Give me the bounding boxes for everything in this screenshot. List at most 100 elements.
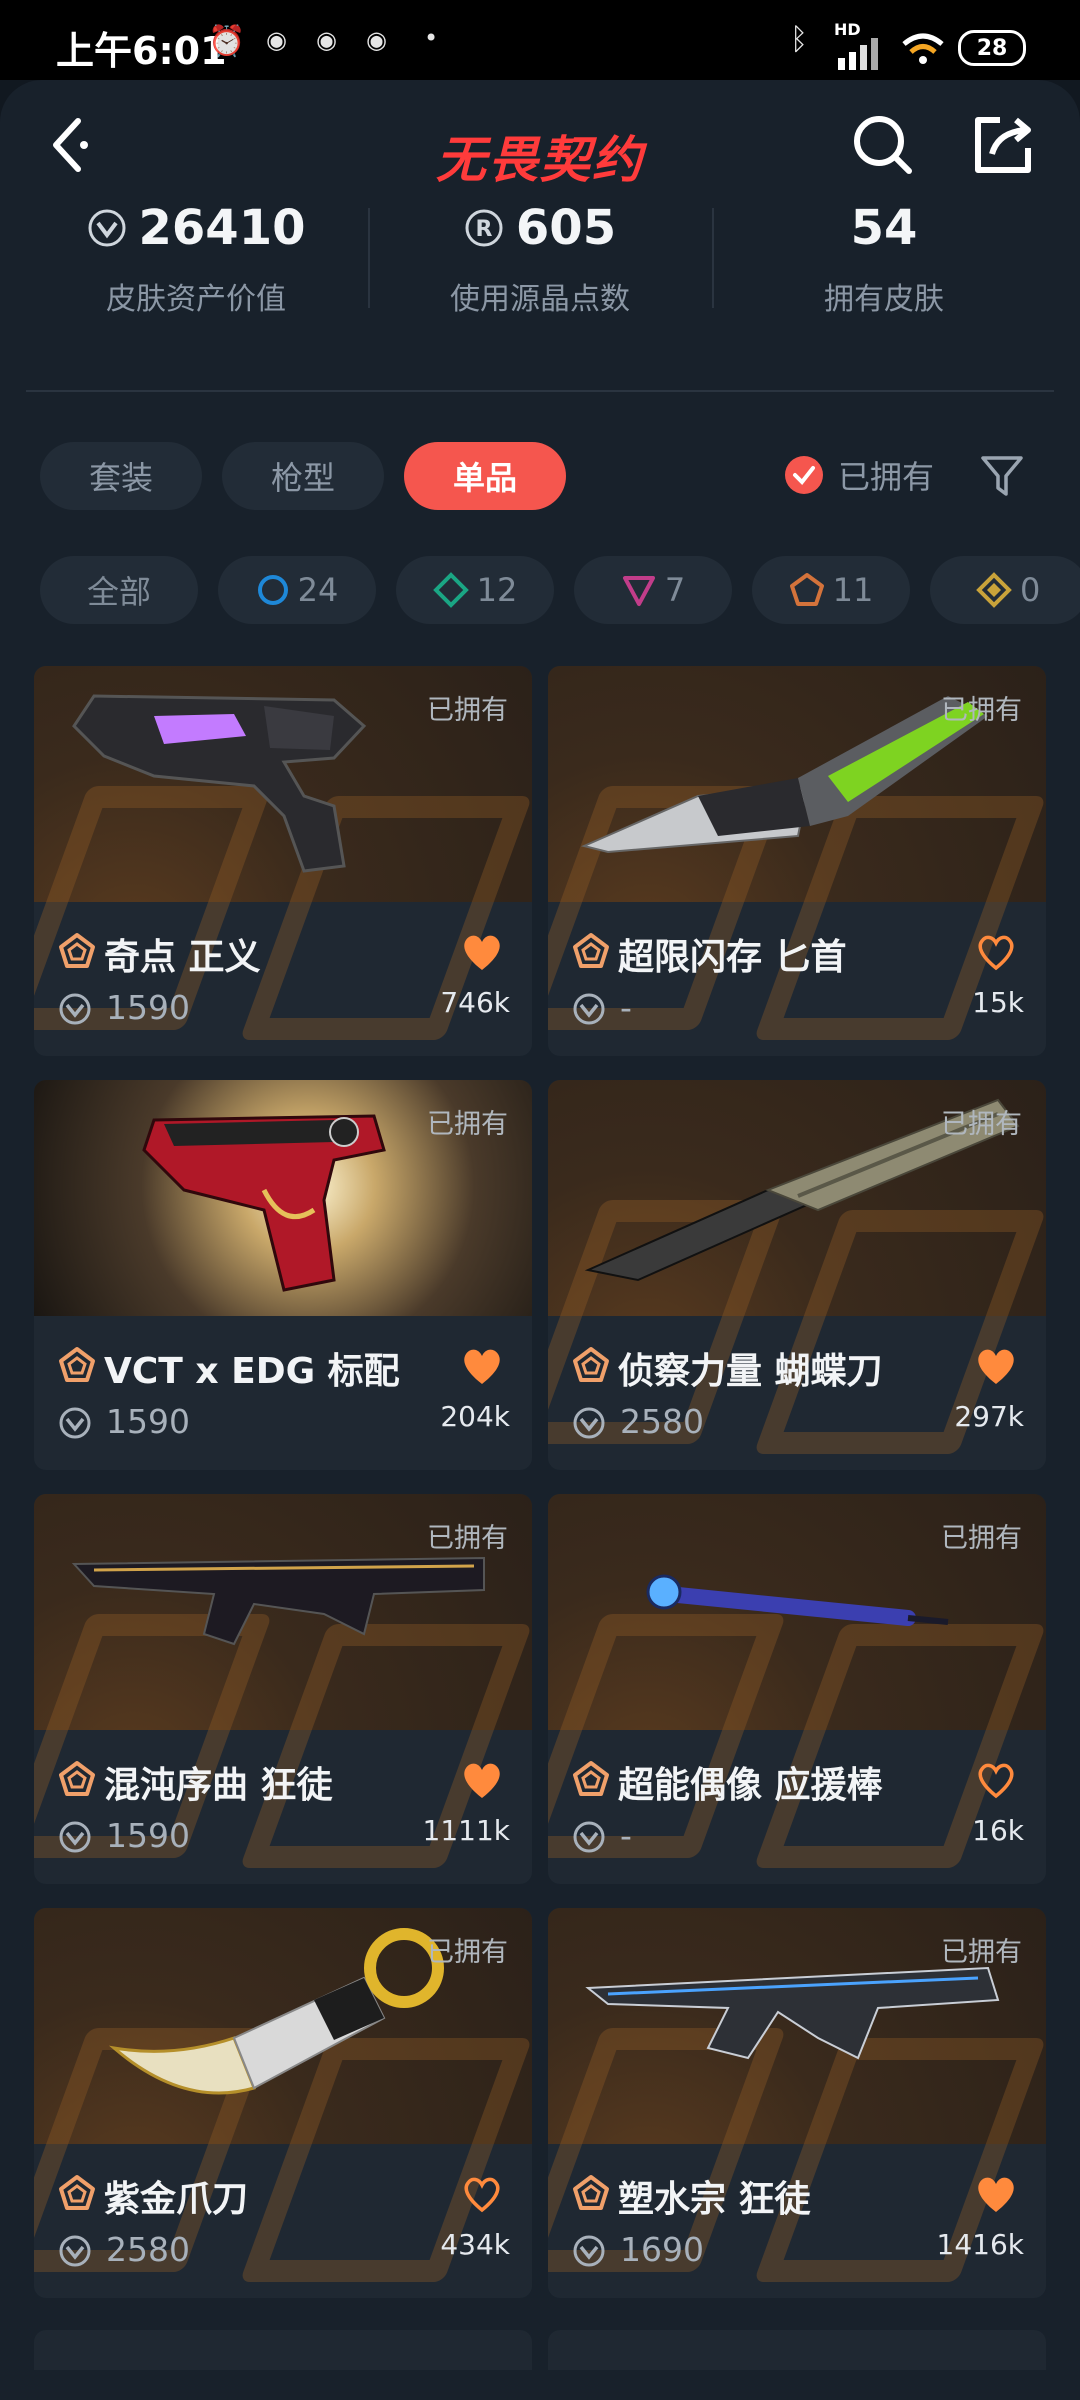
status-bar: 上午6:01 ⏰ ◉ ◉ ◉ • ᛒ HD 28 xyxy=(0,0,1080,80)
heart-filled-icon[interactable] xyxy=(460,1760,504,1800)
vp-coin-icon xyxy=(59,1821,91,1853)
skin-name: 混沌序曲 狂徒 xyxy=(104,1765,333,1806)
like-count: 204k xyxy=(440,1400,510,1433)
skin-price: 1590 xyxy=(106,1816,190,1855)
tier-filter-all[interactable]: 全部 xyxy=(40,556,198,624)
tier-filter-exclusive[interactable]: 11 xyxy=(752,556,910,624)
like-count: 16k xyxy=(972,1814,1024,1847)
signal-icon xyxy=(838,38,878,70)
tab-weapon-types[interactable]: 枪型 xyxy=(222,442,384,510)
share-icon xyxy=(975,117,1031,173)
app-notification-icon: ◉ xyxy=(266,26,287,54)
skin-name: 超限闪存 匕首 xyxy=(618,937,847,978)
vp-coin-icon xyxy=(573,2235,605,2267)
vp-coin-icon xyxy=(573,1407,605,1439)
tier-filter-count: 12 xyxy=(476,571,518,609)
skin-price: 2580 xyxy=(106,2230,190,2269)
skin-card[interactable]: 已拥有 超限闪存 匕首 - 15k xyxy=(548,666,1046,1056)
skin-price: 2580 xyxy=(620,1402,704,1441)
skin-card-partial[interactable] xyxy=(548,2330,1046,2370)
tier-filter-select[interactable]: 24 xyxy=(218,556,376,624)
status-time: 上午6:01 xyxy=(56,29,227,73)
skin-card[interactable]: 已拥有 侦察力量 蝴蝶刀 2580 297k xyxy=(548,1080,1046,1470)
heart-outline-icon[interactable] xyxy=(460,2174,504,2214)
tier-filter-deluxe[interactable]: 12 xyxy=(396,556,554,624)
skin-price: 1590 xyxy=(106,1402,190,1441)
tab-bundles[interactable]: 套装 xyxy=(40,442,202,510)
app-notification-icon: ◉ xyxy=(316,26,337,54)
skin-price: - xyxy=(620,988,632,1027)
skin-card[interactable]: 已拥有 奇点 正义 1590 746k xyxy=(34,666,532,1056)
divider xyxy=(26,390,1054,392)
exclusive-tier-icon xyxy=(59,933,95,968)
skin-name: 紫金爪刀 xyxy=(104,2179,249,2220)
skin-name: 奇点 正义 xyxy=(104,937,261,978)
stat-radianite-points: R 605 使用源晶点数 xyxy=(360,200,720,318)
share-button[interactable] xyxy=(958,100,1048,190)
premium-tier-icon xyxy=(622,576,655,606)
tier-filter-count: 7 xyxy=(664,571,686,609)
tier-filter-premium[interactable]: 7 xyxy=(574,556,732,624)
tier-filter-ultra[interactable]: 0 xyxy=(930,556,1080,624)
tab-single-items[interactable]: 单品 xyxy=(404,442,566,510)
skin-card[interactable]: 已拥有 超能偶像 应援棒 - 16k xyxy=(548,1494,1046,1884)
owned-label: 已拥有 xyxy=(427,1523,508,1554)
exclusive-tier-icon xyxy=(573,1347,609,1382)
skin-name: 塑水宗 狂徒 xyxy=(618,2179,811,2220)
skin-name: 超能偶像 应援棒 xyxy=(618,1765,883,1806)
ultra-tier-icon xyxy=(976,572,1012,608)
vp-coin-icon xyxy=(88,209,125,247)
owned-label: 已拥有 xyxy=(941,1523,1022,1554)
skin-price: - xyxy=(620,1816,632,1855)
stat-value: 605 xyxy=(515,200,617,256)
owned-filter-toggle[interactable]: 已拥有 xyxy=(784,452,934,498)
tier-filter-count: 0 xyxy=(1020,571,1041,609)
owned-label: 已拥有 xyxy=(941,1109,1022,1140)
heart-filled-icon[interactable] xyxy=(460,932,504,972)
stat-skin-value: 26410 皮肤资产价值 xyxy=(16,200,376,318)
radianite-icon: R xyxy=(465,209,503,247)
skin-card-partial[interactable] xyxy=(34,2330,532,2370)
like-count: 297k xyxy=(954,1400,1024,1433)
more-notifications-dot: • xyxy=(424,24,439,52)
stat-label: 皮肤资产价值 xyxy=(106,282,286,317)
filter-funnel-icon xyxy=(981,456,1023,496)
tier-filter-count: 11 xyxy=(832,571,874,609)
skin-card[interactable]: 已拥有 混沌序曲 狂徒 1590 1111k xyxy=(34,1494,532,1884)
owned-label: 已拥有 xyxy=(941,695,1022,726)
deluxe-tier-icon xyxy=(432,572,469,608)
skin-card[interactable]: 已拥有 塑水宗 狂徒 1690 1416k xyxy=(548,1908,1046,2298)
exclusive-tier-icon xyxy=(573,2175,609,2210)
exclusive-tier-icon xyxy=(59,1761,95,1796)
heart-filled-icon[interactable] xyxy=(460,1346,504,1386)
tier-filter-label: 全部 xyxy=(86,573,151,611)
filter-button[interactable] xyxy=(978,452,1026,504)
wifi-icon xyxy=(902,33,944,64)
vp-coin-icon xyxy=(573,1821,605,1853)
exclusive-tier-icon xyxy=(573,1761,609,1796)
exclusive-tier-icon xyxy=(573,933,609,968)
heart-filled-icon[interactable] xyxy=(974,2174,1018,2214)
select-tier-icon xyxy=(257,575,288,605)
alarm-icon: ⏰ xyxy=(208,24,246,59)
heart-filled-icon[interactable] xyxy=(974,1346,1018,1386)
skin-name: 侦察力量 蝴蝶刀 xyxy=(618,1351,883,1392)
app-panel: 无畏契约 26410 皮肤资产价值 R 605 使用源晶点数 54 拥有皮肤 套… xyxy=(0,80,1080,2400)
skin-card[interactable]: 已拥有 紫金爪刀 2580 434k xyxy=(34,1908,532,2298)
skin-card[interactable]: 已拥有 VCT x EDG 标配 1590 204k xyxy=(34,1080,532,1470)
search-icon xyxy=(854,116,912,174)
vp-coin-icon xyxy=(59,993,91,1025)
battery-indicator: 28 xyxy=(958,30,1026,66)
exclusive-tier-icon xyxy=(59,1347,95,1382)
heart-outline-icon[interactable] xyxy=(974,1760,1018,1800)
like-count: 746k xyxy=(440,986,510,1019)
search-button[interactable] xyxy=(838,100,928,190)
like-count: 1416k xyxy=(936,2228,1024,2261)
skin-price: 1690 xyxy=(620,2230,704,2269)
owned-label: 已拥有 xyxy=(941,1937,1022,1968)
heart-outline-icon[interactable] xyxy=(974,932,1018,972)
stat-value: 26410 xyxy=(138,200,306,256)
svg-text:R: R xyxy=(475,217,492,242)
owned-label: 已拥有 xyxy=(427,1937,508,1968)
exclusive-tier-icon xyxy=(59,2175,95,2210)
